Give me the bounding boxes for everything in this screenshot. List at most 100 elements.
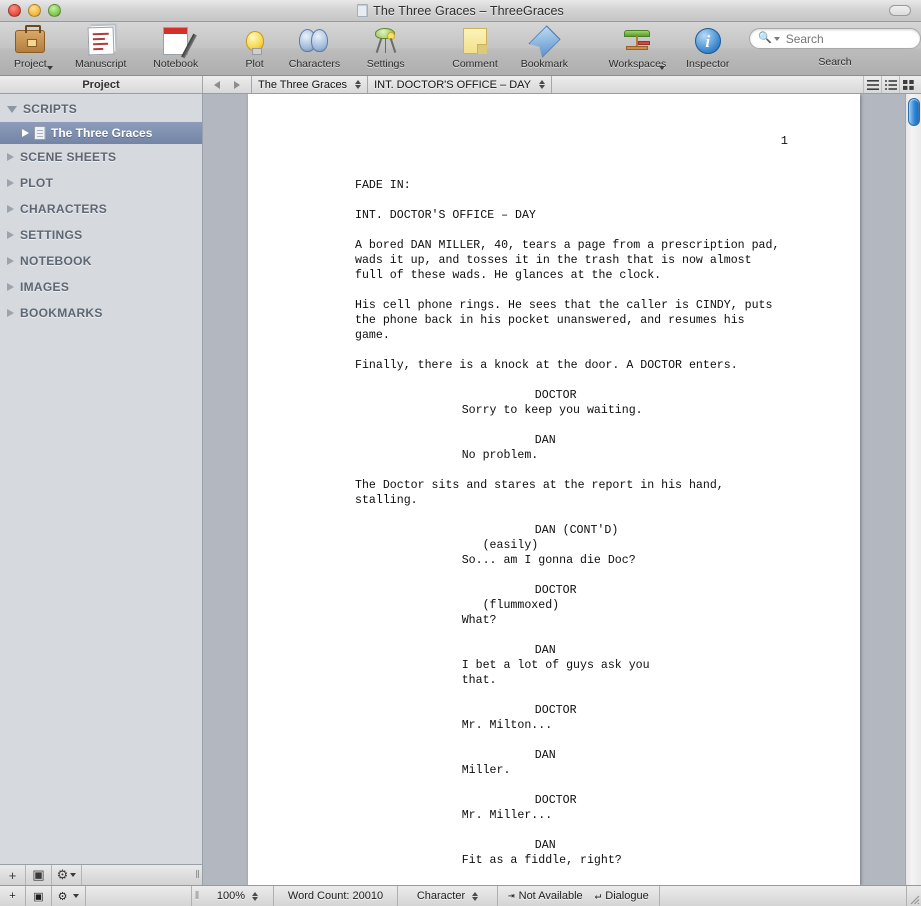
zoom-popup-button[interactable]: 100% [202, 886, 274, 906]
tab-target-label: Not Available [518, 890, 583, 902]
list-view-icon[interactable] [863, 76, 881, 93]
vertical-scrollbar[interactable] [905, 94, 921, 885]
toolbar-button-settings[interactable]: Settings [351, 22, 419, 76]
script-line-character: DAN (CONT'D) [534, 524, 619, 537]
sidebar-group-characters[interactable]: CHARACTERS [0, 196, 202, 222]
script-line-character: DOCTOR [534, 389, 577, 402]
sidebar-group-settings[interactable]: SETTINGS [0, 222, 202, 248]
stage-lamp-icon [366, 25, 406, 57]
sidebar-group-scene-sheets[interactable]: SCENE SHEETS [0, 144, 202, 170]
search-field[interactable]: 🔍 [749, 28, 921, 49]
status-action-menu-button[interactable]: ⚙ [52, 886, 86, 906]
manuscript-icon [81, 25, 121, 57]
toolbar-button-notebook[interactable]: Notebook [141, 22, 211, 76]
script-line-dialogue: Miller. [461, 764, 511, 777]
script-text-body[interactable]: FADE IN: INT. DOCTOR'S OFFICE – DAY A bo… [248, 94, 860, 868]
add-item-button[interactable]: + [0, 864, 26, 886]
scene-popup-button[interactable]: INT. DOCTOR'S OFFICE – DAY [367, 76, 551, 93]
script-line-blank [355, 223, 860, 238]
chevron-down-icon [46, 66, 53, 70]
script-line-character: DAN [534, 434, 556, 447]
sidebar-group-scripts[interactable]: SCRIPTS [0, 96, 202, 122]
script-line-blank [355, 688, 860, 703]
element-type-label: Character [416, 890, 466, 902]
image-icon: ▣ [33, 890, 44, 903]
script-line-blank [355, 193, 860, 208]
disclosure-triangle-icon[interactable] [7, 105, 17, 113]
toolbar-button-manuscript[interactable]: Manuscript [61, 22, 141, 76]
return-key-icon: ↵ [594, 891, 602, 903]
zoom-button[interactable] [48, 4, 61, 17]
minimize-button[interactable] [28, 4, 41, 17]
image-icon: ▣ [32, 867, 45, 882]
grid-view-icon[interactable] [899, 76, 917, 93]
tab-target-indicator: ⇥ Not Available ↵ Dialogue [498, 886, 660, 906]
sidebar-group-bookmarks[interactable]: BOOKMARKS [0, 300, 202, 326]
disclosure-triangle-icon[interactable] [22, 129, 29, 137]
sidebar-group-label: IMAGES [20, 280, 70, 294]
sidebar-header-title: Project [0, 76, 203, 93]
script-line-blank [355, 343, 860, 358]
zoom-level-label: 100% [216, 890, 246, 902]
toolbar-button-workspaces[interactable]: Workspaces [600, 22, 674, 76]
window-resize-grip[interactable] [907, 886, 921, 906]
sidebar-item-the-three-graces[interactable]: The Three Graces [0, 122, 202, 144]
element-type-popup-button[interactable]: Character [398, 886, 498, 906]
chevron-right-icon [234, 80, 240, 89]
window-title: The Three Graces – ThreeGraces [373, 3, 564, 18]
lightbulb-icon [235, 25, 275, 57]
disclosure-triangle-icon[interactable] [7, 179, 14, 187]
sidebar-group-images[interactable]: IMAGES [0, 274, 202, 300]
toolbar-button-inspector[interactable]: i Inspector [675, 22, 742, 76]
script-line-character: DAN [534, 749, 556, 762]
toolbar-button-bookmark[interactable]: Bookmark [509, 22, 579, 76]
disclosure-triangle-icon[interactable] [7, 205, 14, 213]
search-input[interactable] [783, 30, 904, 47]
scrollbar-thumb[interactable] [908, 98, 920, 126]
toolbar-button-comment[interactable]: Comment [441, 22, 509, 76]
sidebar-resize-grip[interactable]: ‖ [193, 865, 202, 886]
script-line-dialogue: I bet a lot of guys ask you [461, 659, 650, 672]
toolbar-toggle-button[interactable] [889, 5, 911, 16]
script-line-action: Finally, there is a knock at the door. A… [355, 359, 738, 372]
toolbar-button-project[interactable]: Project [0, 22, 61, 76]
back-button[interactable] [207, 76, 227, 93]
disclosure-triangle-icon[interactable] [7, 283, 14, 291]
add-image-button[interactable]: ▣ [26, 886, 52, 906]
script-line-action: the phone back in his pocket unanswered,… [355, 314, 745, 327]
toolbar-label-plot: Plot [245, 58, 264, 70]
document-scroll-view[interactable]: 1 FADE IN: INT. DOCTOR'S OFFICE – DAY A … [203, 94, 905, 885]
disclosure-triangle-icon[interactable] [7, 231, 14, 239]
status-resize-grip[interactable]: ‖ [192, 886, 202, 906]
chevron-down-icon [658, 66, 665, 70]
project-tree[interactable]: SCRIPTS The Three Graces SCENE SHEETS PL… [0, 94, 202, 864]
disclosure-triangle-icon[interactable] [7, 153, 14, 161]
close-button[interactable] [8, 4, 21, 17]
toolbar-label-notebook: Notebook [153, 58, 199, 70]
info-circle-icon: i [688, 25, 728, 57]
sidebar-group-plot[interactable]: PLOT [0, 170, 202, 196]
toolbar-button-plot[interactable]: Plot [232, 22, 278, 76]
disclosure-triangle-icon[interactable] [7, 309, 14, 317]
forward-button[interactable] [227, 76, 247, 93]
toolbar-label-bookmark: Bookmark [520, 58, 568, 70]
chevron-down-icon[interactable] [773, 36, 780, 41]
grip-icon: ‖ [194, 890, 200, 902]
add-image-button[interactable]: ▣ [26, 864, 52, 886]
add-item-button[interactable]: + [0, 886, 26, 906]
stepper-icon [252, 891, 259, 901]
script-line-action: A bored DAN MILLER, 40, tears a page fro… [355, 239, 780, 252]
briefcase-icon [10, 24, 50, 57]
toolbar-label-inspector: Inspector [686, 58, 730, 70]
disclosure-triangle-icon[interactable] [7, 257, 14, 265]
script-page[interactable]: 1 FADE IN: INT. DOCTOR'S OFFICE – DAY A … [248, 94, 860, 885]
tab-key-icon: ⇥ [508, 891, 515, 903]
document-popup-button[interactable]: The Three Graces [251, 76, 367, 93]
sidebar-group-notebook[interactable]: NOTEBOOK [0, 248, 202, 274]
sidebar-action-menu-button[interactable]: ⚙ [52, 864, 82, 886]
script-line-blank [355, 823, 860, 838]
scene-popup-label: INT. DOCTOR'S OFFICE – DAY [374, 78, 531, 91]
outline-view-icon[interactable] [881, 76, 899, 93]
sidebar-bottom-bar: + ▣ ⚙ ‖ [0, 864, 202, 886]
toolbar-button-characters[interactable]: Characters [277, 22, 351, 76]
